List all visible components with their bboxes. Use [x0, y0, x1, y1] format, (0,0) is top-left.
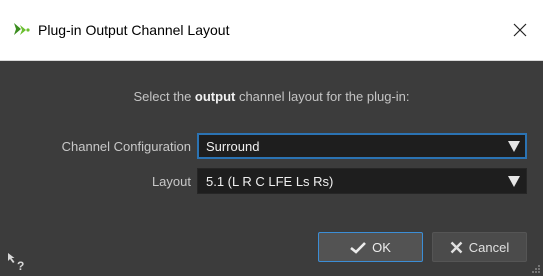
cancel-button[interactable]: Cancel: [432, 232, 527, 262]
layout-select[interactable]: 5.1 (L R C LFE Ls Rs): [197, 168, 527, 194]
close-icon: [513, 23, 527, 37]
channel-configuration-label: Channel Configuration: [61, 139, 191, 154]
resize-grip-icon[interactable]: [531, 264, 541, 274]
instruction-prefix: Select the: [133, 89, 195, 104]
cross-icon: [450, 241, 463, 253]
close-button[interactable]: [497, 14, 543, 46]
cancel-label: Cancel: [468, 239, 510, 255]
checkmark-icon: [350, 241, 367, 254]
help-pointer-icon[interactable]: ?: [7, 252, 29, 272]
svg-text:?: ?: [17, 259, 24, 272]
instruction-text: Select the output channel layout for the…: [0, 89, 543, 104]
dropdown-arrow-icon: [508, 176, 520, 187]
layout-label: Layout: [151, 174, 191, 189]
instruction-emphasis: output: [194, 89, 236, 104]
instruction-suffix: channel layout for the plug-in:: [235, 89, 410, 104]
channel-configuration-select[interactable]: Surround: [197, 133, 527, 159]
title-bar: Plug-in Output Channel Layout: [0, 0, 543, 61]
layout-value: 5.1 (L R C LFE Ls Rs): [206, 174, 334, 189]
plugin-arrow-icon: [14, 23, 30, 35]
dropdown-arrow-icon: [508, 141, 520, 152]
ok-button[interactable]: OK: [318, 232, 423, 262]
ok-label: OK: [372, 239, 391, 255]
window-title: Plug-in Output Channel Layout: [38, 22, 230, 38]
channel-configuration-value: Surround: [206, 139, 260, 154]
dialog-window: Plug-in Output Channel Layout Select the…: [0, 0, 543, 276]
